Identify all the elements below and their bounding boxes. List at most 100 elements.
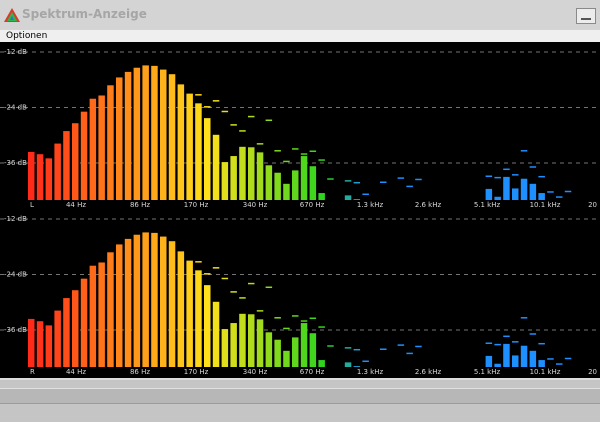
peak-marker — [230, 291, 237, 293]
peak-marker — [283, 327, 290, 330]
frequency-label: 670 Hz — [300, 201, 325, 209]
spectrum-bar — [248, 314, 255, 367]
peak-marker — [265, 286, 273, 289]
spectrum-bar — [529, 350, 537, 367]
triangle-logo-icon — [4, 8, 20, 22]
frequency-label: 86 Hz — [130, 201, 150, 209]
spectrum-bar — [248, 147, 255, 200]
spectrum-bar — [54, 310, 61, 367]
frequency-label: 10.1 kHz — [530, 368, 561, 376]
window-title: Spektrum-Anzeige — [22, 7, 147, 21]
db-label: -12 dB — [4, 48, 27, 56]
spectrum-bar — [45, 325, 53, 367]
peak-marker — [362, 360, 369, 363]
spectrum-bar — [72, 123, 79, 200]
minimize-button[interactable] — [576, 8, 596, 24]
spectrum-bar — [274, 172, 281, 200]
peak-marker — [397, 177, 405, 179]
spectrum-bar — [36, 321, 44, 367]
spectrum-bar — [494, 196, 501, 200]
peak-marker — [494, 343, 501, 346]
peak-marker — [538, 342, 545, 345]
spectrum-bar — [212, 134, 220, 200]
frequency-label: 1.3 kHz — [357, 368, 384, 376]
peak-marker — [547, 191, 554, 193]
spectrum-bar — [309, 166, 317, 200]
spectrum-bar — [300, 323, 308, 367]
spectrum-bar — [265, 165, 273, 200]
frequency-label: 20 — [588, 201, 597, 209]
peak-marker — [283, 160, 290, 163]
spectrum-bar — [230, 323, 237, 367]
spectrum-bar — [168, 74, 176, 200]
status-strip — [0, 388, 600, 404]
channel-label: R — [30, 368, 35, 376]
spectrum-bar — [494, 363, 501, 367]
spectrum-bar — [538, 193, 545, 200]
peak-marker — [292, 315, 299, 317]
frequency-label: 44 Hz — [66, 201, 86, 209]
spectrum-bar — [177, 84, 185, 200]
peak-marker — [221, 277, 229, 280]
peak-marker — [195, 261, 202, 263]
spectrum-bar — [107, 85, 114, 200]
spectrum-bar — [265, 332, 273, 367]
peak-marker — [512, 174, 519, 176]
spectrum-bar — [485, 188, 493, 200]
peak-marker — [512, 341, 519, 343]
frequency-label: 20 — [588, 368, 597, 376]
spectrum-bar — [63, 131, 70, 200]
peak-marker — [327, 345, 334, 347]
peak-marker — [212, 100, 220, 102]
spectrum-bar — [283, 183, 290, 200]
title-bar[interactable]: Spektrum-Anzeige — [0, 0, 600, 31]
peak-marker — [485, 342, 493, 344]
peak-marker — [353, 348, 361, 351]
peak-marker — [318, 159, 325, 161]
spectrum-bar — [344, 195, 352, 200]
peak-marker — [195, 94, 202, 96]
peak-marker — [212, 267, 220, 269]
spectrum-bar — [89, 98, 97, 200]
peak-marker — [397, 344, 405, 346]
spectrum-bar — [292, 337, 299, 367]
spectrum-bar — [538, 360, 545, 367]
spectrum-bar — [204, 118, 211, 200]
peak-marker — [318, 326, 325, 328]
peak-marker — [239, 297, 246, 299]
spectrum-bar — [239, 146, 246, 200]
frequency-label: 2.6 kHz — [415, 368, 442, 376]
spectrum-bar — [116, 244, 123, 367]
peak-marker — [380, 181, 387, 183]
spectrum-bar — [133, 234, 141, 367]
spectrum-bar — [151, 65, 158, 200]
spectrum-bar — [186, 260, 193, 367]
peak-marker — [406, 185, 413, 188]
spectrum-bar — [36, 154, 44, 200]
peak-marker — [538, 175, 545, 178]
peak-marker — [274, 150, 281, 152]
frequency-label: 2.6 kHz — [415, 201, 442, 209]
spectrum-bar — [529, 183, 537, 200]
peak-marker — [485, 175, 493, 177]
spectrum-bar — [28, 151, 35, 200]
peak-marker — [221, 110, 229, 113]
spectrum-bar — [221, 162, 229, 200]
frequency-label: 10.1 kHz — [530, 201, 561, 209]
db-label: -36 dB — [4, 326, 27, 334]
spectrum-bar — [212, 301, 220, 367]
peak-marker — [274, 317, 281, 319]
peak-marker — [204, 106, 211, 108]
spectrum-bar — [160, 69, 167, 200]
spectrum-bar — [72, 290, 79, 367]
spectrum-bar — [230, 156, 237, 200]
peak-marker — [503, 335, 510, 338]
menu-item-optionen[interactable]: Optionen — [6, 30, 47, 42]
spectrum-bar — [54, 143, 61, 200]
peak-marker — [520, 317, 528, 319]
spectrum-bar — [142, 65, 149, 200]
spectrum-bar — [89, 265, 97, 367]
frequency-label: 5.1 kHz — [474, 368, 501, 376]
peak-marker — [362, 193, 369, 196]
spectrum-bar — [292, 170, 299, 200]
